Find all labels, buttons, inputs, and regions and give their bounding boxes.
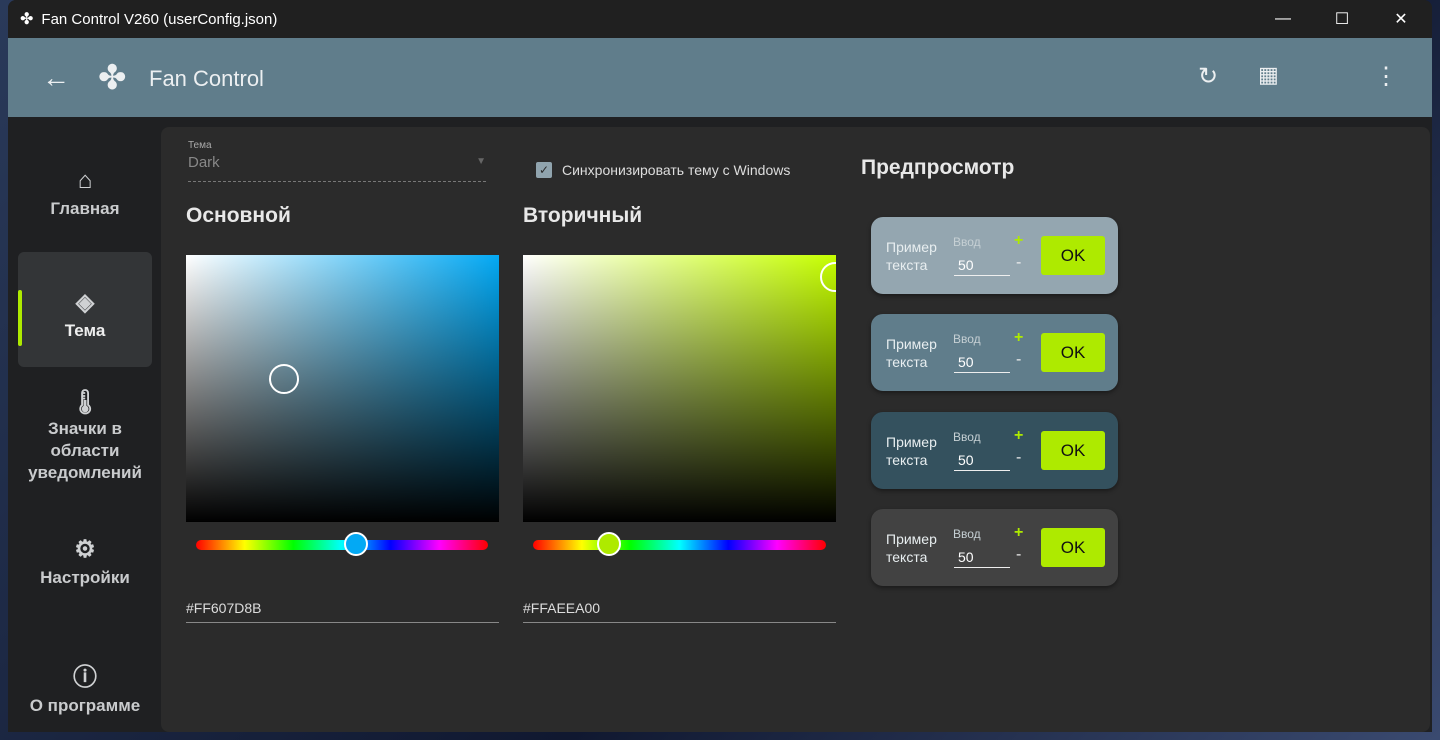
back-arrow-icon[interactable]: ← [42, 62, 70, 94]
theme-select-label: Тема [188, 140, 212, 151]
ok-button[interactable]: OK [1041, 236, 1105, 275]
theme-panel: Тема Dark ▼ ✓ Синхронизировать тему с Wi… [161, 127, 1430, 732]
chevron-down-icon: ▼ [476, 156, 486, 167]
fan-logo-icon: ✤ [98, 59, 127, 97]
preview-card: Пример текста Ввод 50 + - OK [871, 509, 1118, 586]
sidebar-item-settings[interactable]: ⚙ Настройки [18, 535, 152, 588]
app-title: Fan Control [149, 66, 264, 91]
input-label: Ввод [953, 430, 981, 444]
increment-button[interactable]: + [1014, 524, 1023, 542]
input-label: Ввод [953, 235, 981, 249]
ok-button[interactable]: OK [1041, 333, 1105, 372]
app-bar: ← ✤ Fan Control ↻ ▦ ⋮ [8, 38, 1432, 117]
increment-button[interactable]: + [1014, 232, 1023, 250]
sample-text: Пример текста [886, 531, 937, 565]
checkbox-check-icon: ✓ [536, 162, 552, 178]
sidebar-item-label: Главная [50, 199, 120, 218]
ok-button[interactable]: OK [1041, 528, 1105, 567]
secondary-color-handle[interactable] [820, 262, 836, 292]
title-bar: ✤ Fan Control V260 (userConfig.json) — ☐… [8, 0, 1432, 38]
sync-theme-checkbox[interactable]: ✓ Синхронизировать тему с Windows [536, 162, 790, 178]
minimize-button[interactable]: — [1254, 0, 1312, 38]
sample-input[interactable]: 50 [954, 257, 1010, 276]
sample-input[interactable]: 50 [954, 549, 1010, 568]
app-window: ✤ Fan Control V260 (userConfig.json) — ☐… [8, 0, 1432, 732]
decrement-button[interactable]: - [1016, 351, 1021, 369]
fan-icon: ✤ [20, 11, 34, 28]
sidebar-item-label: Тема [64, 321, 106, 340]
input-label: Ввод [953, 527, 981, 541]
secondary-hue-handle[interactable] [597, 532, 621, 556]
secondary-color-area[interactable] [523, 255, 836, 522]
close-button[interactable]: ✕ [1372, 0, 1430, 38]
input-label: Ввод [953, 332, 981, 346]
sync-theme-label: Синхронизировать тему с Windows [562, 162, 791, 178]
maximize-button[interactable]: ☐ [1313, 0, 1371, 38]
decrement-button[interactable]: - [1016, 254, 1021, 272]
sample-input[interactable]: 50 [954, 452, 1010, 471]
refresh-icon[interactable]: ↻ [1198, 62, 1218, 91]
more-vertical-icon[interactable]: ⋮ [1374, 62, 1398, 91]
preview-card: Пример текста Ввод 50 + - OK [871, 412, 1118, 489]
sample-text: Пример текста [886, 336, 937, 370]
sidebar-item-theme[interactable]: ◈ Тема [18, 252, 152, 367]
increment-button[interactable]: + [1014, 427, 1023, 445]
sidebar-item-tray-icons[interactable]: 🌡 Значки в области уведомлений [18, 389, 152, 484]
increment-button[interactable]: + [1014, 329, 1023, 347]
sample-input[interactable]: 50 [954, 354, 1010, 373]
gear-icon: ⚙ [74, 536, 96, 563]
secondary-heading: Вторичный [523, 204, 643, 227]
sidebar-item-label: Значки в области уведомлений [28, 419, 142, 482]
decrement-button[interactable]: - [1016, 449, 1021, 467]
sidebar: ⌂ Главная ◈ Тема 🌡 Значки в области уведомл… [8, 117, 160, 732]
primary-heading: Основной [186, 204, 291, 227]
ok-button[interactable]: OK [1041, 431, 1105, 470]
secondary-hue-slider[interactable] [533, 540, 826, 550]
decrement-button[interactable]: - [1016, 546, 1021, 564]
info-icon: ⓘ [73, 664, 97, 691]
sidebar-item-label: О программе [29, 696, 141, 715]
sidebar-item-about[interactable]: ⓘ О программе [18, 657, 152, 716]
primary-hue-handle[interactable] [344, 532, 368, 556]
sample-text: Пример текста [886, 239, 937, 273]
theme-select[interactable]: Тема Dark ▼ [188, 140, 486, 182]
sidebar-item-home[interactable]: ⌂ Главная [18, 167, 152, 237]
dashboard-edit-icon[interactable]: ▦ [1258, 62, 1279, 88]
home-icon: ⌂ [77, 167, 93, 194]
preview-card: Пример текста Ввод 50 + - OK [871, 314, 1118, 391]
primary-hue-slider[interactable] [196, 540, 488, 550]
sample-text: Пример текста [886, 434, 937, 468]
preview-card: Пример текста Ввод 50 + - OK [871, 217, 1118, 294]
preview-heading: Предпросмотр [861, 156, 1015, 179]
theme-select-value: Dark [188, 154, 220, 171]
paint-bucket-icon: ◈ [75, 289, 95, 316]
secondary-hex-input[interactable]: #FFAEEA00 [523, 600, 836, 623]
sidebar-item-label: Настройки [40, 568, 130, 587]
primary-color-handle[interactable] [269, 364, 299, 394]
primary-hex-input[interactable]: #FF607D8B [186, 600, 499, 623]
primary-color-area[interactable] [186, 255, 499, 522]
thermometer-icon: 🌡 [69, 389, 101, 416]
window-title: Fan Control V260 (userConfig.json) [41, 10, 278, 28]
